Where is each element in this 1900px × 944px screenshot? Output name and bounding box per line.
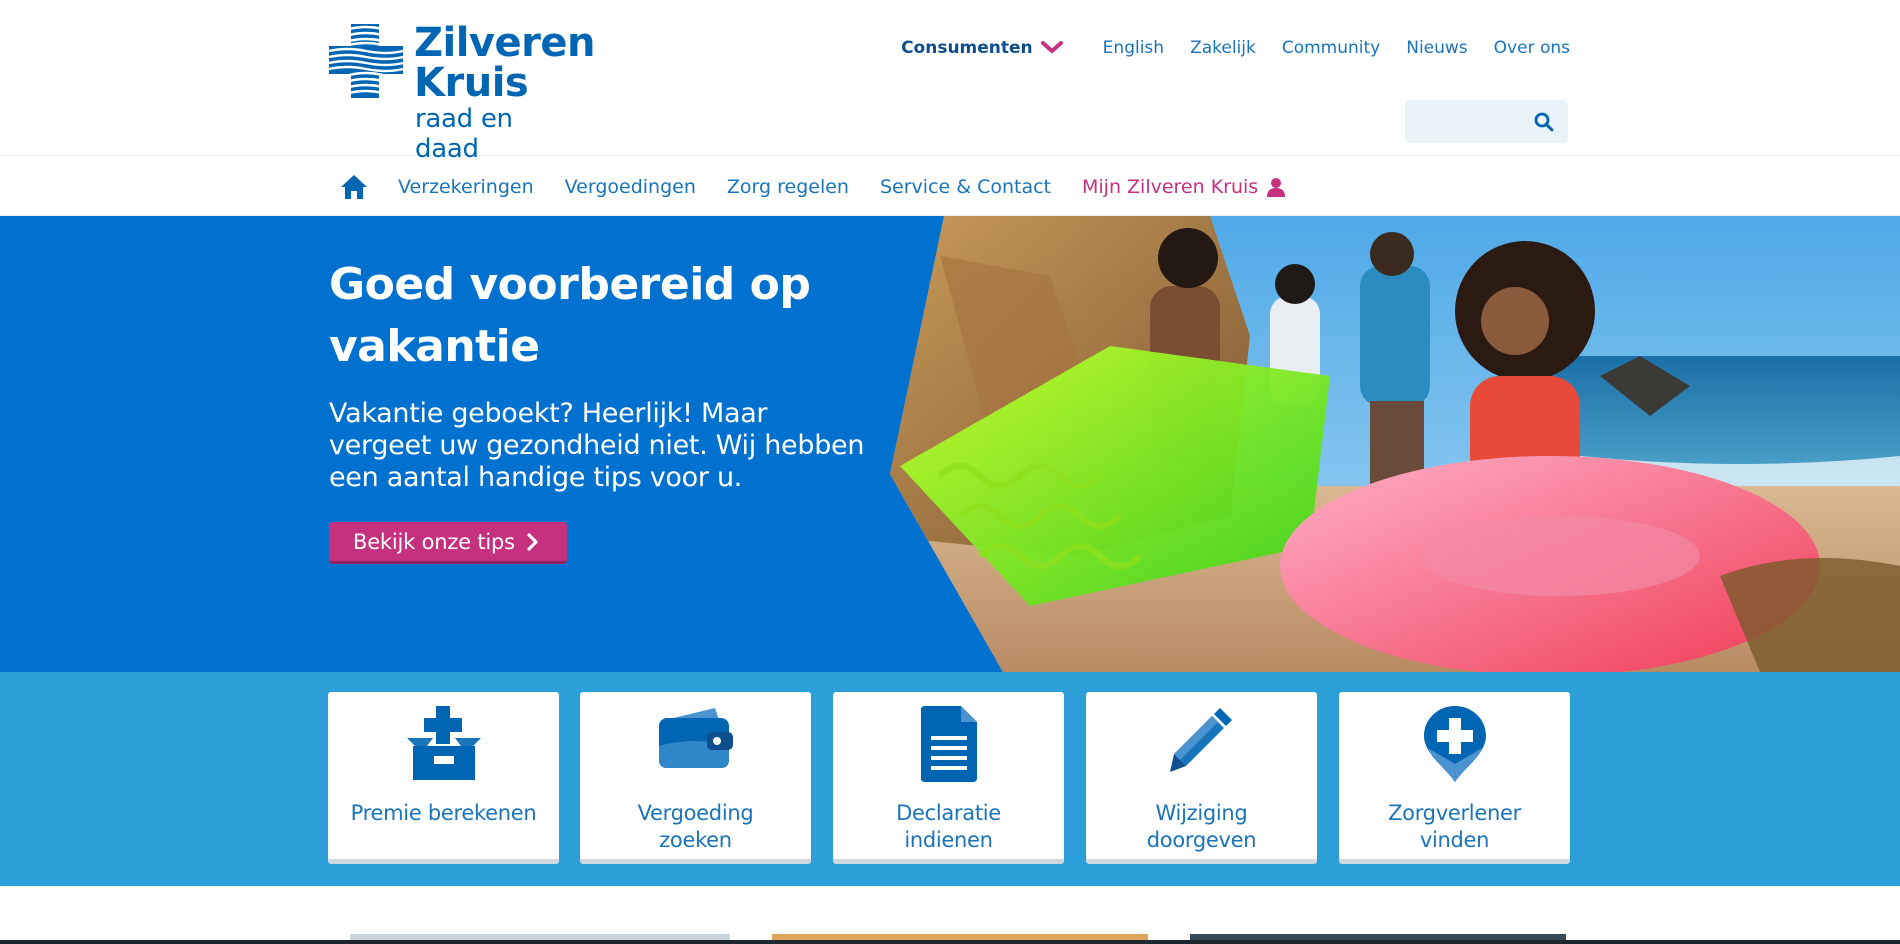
logo-tagline: raad en daad	[415, 104, 513, 164]
topnav-nieuws[interactable]: Nieuws	[1406, 38, 1467, 58]
nav-verzekeringen[interactable]: Verzekeringen	[398, 176, 534, 198]
chevron-right-icon	[527, 532, 538, 551]
search-icon[interactable]	[1534, 112, 1554, 132]
top-navigation: Consumenten English Zakelijk Community N…	[901, 38, 1570, 58]
topnav-over-ons[interactable]: Over ons	[1494, 38, 1570, 58]
logo-line-2: Kruis	[414, 60, 529, 106]
chevron-down-icon	[1040, 41, 1063, 53]
tile-vergoeding-zoeken[interactable]: Vergoeding zoeken	[580, 692, 811, 864]
hero-title: Goed voorbereid op vakantie	[329, 259, 811, 372]
tile-premie-berekenen[interactable]: Premie berekenen	[328, 692, 559, 864]
tile-label: Vergoeding zoeken	[637, 801, 754, 852]
nav-mijn-zilveren-kruis[interactable]: Mijn Zilveren Kruis	[1082, 176, 1286, 198]
medical-box-icon	[406, 706, 481, 780]
quick-actions-band: Premie berekenen Vergoeding zoeken Decla…	[0, 672, 1900, 886]
topnav-english[interactable]: English	[1103, 38, 1164, 58]
search-box	[1405, 100, 1568, 143]
hero-body: Vakantie geboekt? Heerlijk! Maar vergeet…	[329, 398, 865, 493]
home-link[interactable]	[340, 174, 368, 200]
main-navigation: Verzekeringen Vergoedingen Zorg regelen …	[0, 157, 1900, 216]
tile-declaratie-indienen[interactable]: Declaratie indienen	[833, 692, 1064, 864]
search-input[interactable]	[1415, 108, 1525, 135]
site-header: Zilveren Kruis raad en daad Consumenten …	[0, 0, 1900, 164]
cross-logo-icon	[329, 24, 403, 98]
tile-label: Declaratie indienen	[896, 801, 1001, 852]
user-icon	[1267, 177, 1286, 197]
home-icon	[341, 174, 367, 199]
cta-label: Bekijk onze tips	[353, 529, 515, 554]
topnav-community[interactable]: Community	[1282, 38, 1380, 58]
tile-label: Premie berekenen	[350, 801, 537, 825]
tile-label: Zorgverlener vinden	[1388, 801, 1521, 852]
mijn-zilveren-kruis-label: Mijn Zilveren Kruis	[1082, 175, 1259, 198]
bekijk-onze-tips-button[interactable]: Bekijk onze tips	[329, 522, 567, 564]
topnav-zakelijk[interactable]: Zakelijk	[1190, 38, 1256, 58]
bottom-edge	[0, 940, 1900, 944]
pencil-icon	[1169, 708, 1232, 772]
document-icon	[920, 706, 977, 782]
tile-wijziging-doorgeven[interactable]: Wijziging doorgeven	[1086, 692, 1317, 864]
nav-vergoedingen[interactable]: Vergoedingen	[565, 176, 696, 198]
location-cross-icon	[1423, 706, 1486, 782]
tile-zorgverlener-vinden[interactable]: Zorgverlener vinden	[1339, 692, 1570, 864]
hero-banner: Goed voorbereid op vakantie Vakantie geb…	[0, 216, 1900, 672]
zilveren-kruis-logo[interactable]: Zilveren Kruis raad en daad	[329, 22, 595, 164]
wallet-icon	[658, 708, 733, 768]
hero-beach-photo	[890, 216, 1900, 672]
consumenten-label: Consumenten	[901, 38, 1033, 58]
nav-service-contact[interactable]: Service & Contact	[880, 176, 1051, 198]
next-section-preview	[0, 886, 1900, 944]
tile-label: Wijziging doorgeven	[1146, 801, 1257, 852]
nav-zorg-regelen[interactable]: Zorg regelen	[727, 176, 849, 198]
logo-line-1: Zilveren	[414, 20, 595, 66]
consumenten-dropdown[interactable]: Consumenten	[901, 38, 1063, 58]
